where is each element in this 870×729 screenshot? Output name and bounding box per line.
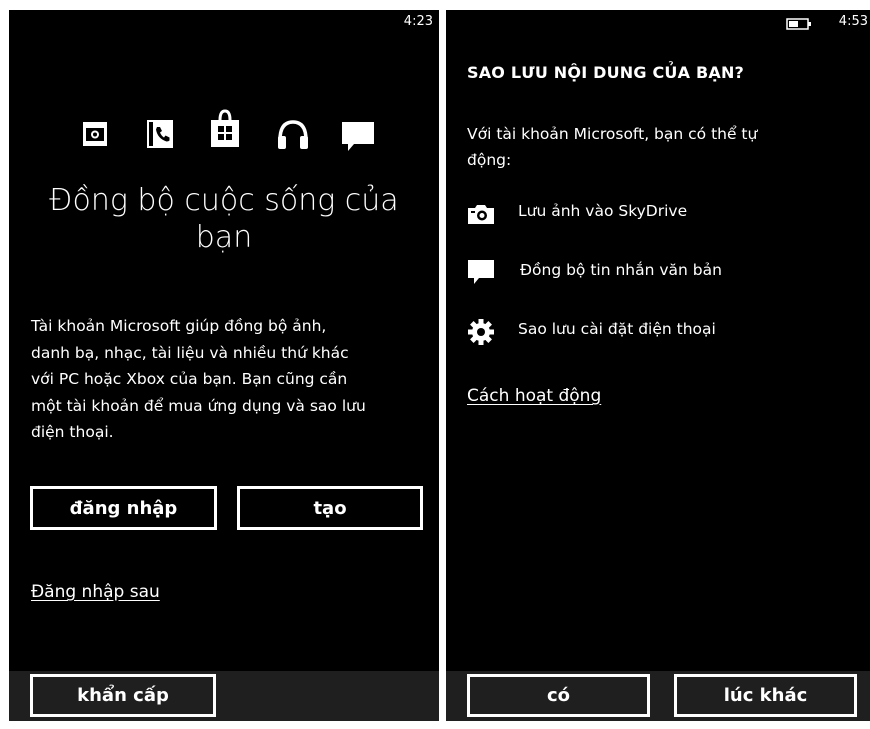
page-title: Đồng bộ cuộc sống của bạn [9, 182, 439, 256]
status-time: 4:23 [403, 14, 433, 29]
sign-in-button[interactable]: đăng nhập [30, 486, 217, 530]
phone-icon [147, 120, 173, 148]
battery-icon [786, 18, 812, 30]
create-account-button[interactable]: tạo [237, 486, 423, 530]
messaging-icon [468, 260, 494, 286]
intro-line-2: động: [467, 151, 512, 169]
how-it-works-link[interactable]: Cách hoạt động [467, 386, 601, 406]
gear-icon [468, 319, 494, 345]
camera-icon [83, 122, 107, 146]
headphones-icon [276, 118, 310, 150]
sign-in-later-link[interactable]: Đăng nhập sau [31, 582, 160, 602]
description-line: điện thoại. [31, 423, 114, 441]
description-line: danh bạ, nhạc, tài liệu và nhiều thứ khá… [31, 343, 349, 362]
page-title: SAO LƯU NỘI DUNG CỦA BẠN? [467, 63, 745, 82]
intro-line-1: Với tài khoản Microsoft, bạn có thể tự [467, 125, 758, 143]
page-title-line-2: bạn [195, 220, 253, 255]
intro-text: Với tài khoản Microsoft, bạn có thể tự đ… [467, 121, 757, 173]
feature-label: Đồng bộ tin nhắn văn bản [520, 261, 722, 279]
store-icon [209, 108, 241, 148]
status-time: 4:53 [838, 14, 868, 29]
page-title-line-1: Đồng bộ cuộc sống của [49, 183, 399, 218]
feature-label: Sao lưu cài đặt điện thoại [518, 320, 716, 338]
left-phone-screen: 4:23 Đồng bộ cuộc sống của bạn Tài khoản… [9, 10, 439, 721]
description-line: Tài khoản Microsoft giúp đồng bộ ảnh, [31, 317, 327, 335]
right-phone-screen: 4:53 SAO LƯU NỘI DUNG CỦA BẠN? Với tài k… [446, 10, 870, 721]
app-bar: khẩn cấp [9, 671, 439, 721]
feature-label: Lưu ảnh vào SkyDrive [518, 202, 688, 220]
description-line: với PC hoặc Xbox của bạn. Bạn cũng cần [31, 370, 348, 388]
yes-button[interactable]: có [467, 674, 650, 717]
description-line: một tài khoản để mua ứng dụng và sao lưu [31, 396, 366, 415]
emergency-button[interactable]: khẩn cấp [30, 674, 216, 717]
description: Tài khoản Microsoft giúp đồng bộ ảnh, da… [31, 313, 366, 446]
later-button[interactable]: lúc khác [674, 674, 857, 717]
messaging-icon [342, 122, 374, 152]
camera-icon [468, 204, 494, 224]
app-bar: có lúc khác [446, 671, 870, 721]
